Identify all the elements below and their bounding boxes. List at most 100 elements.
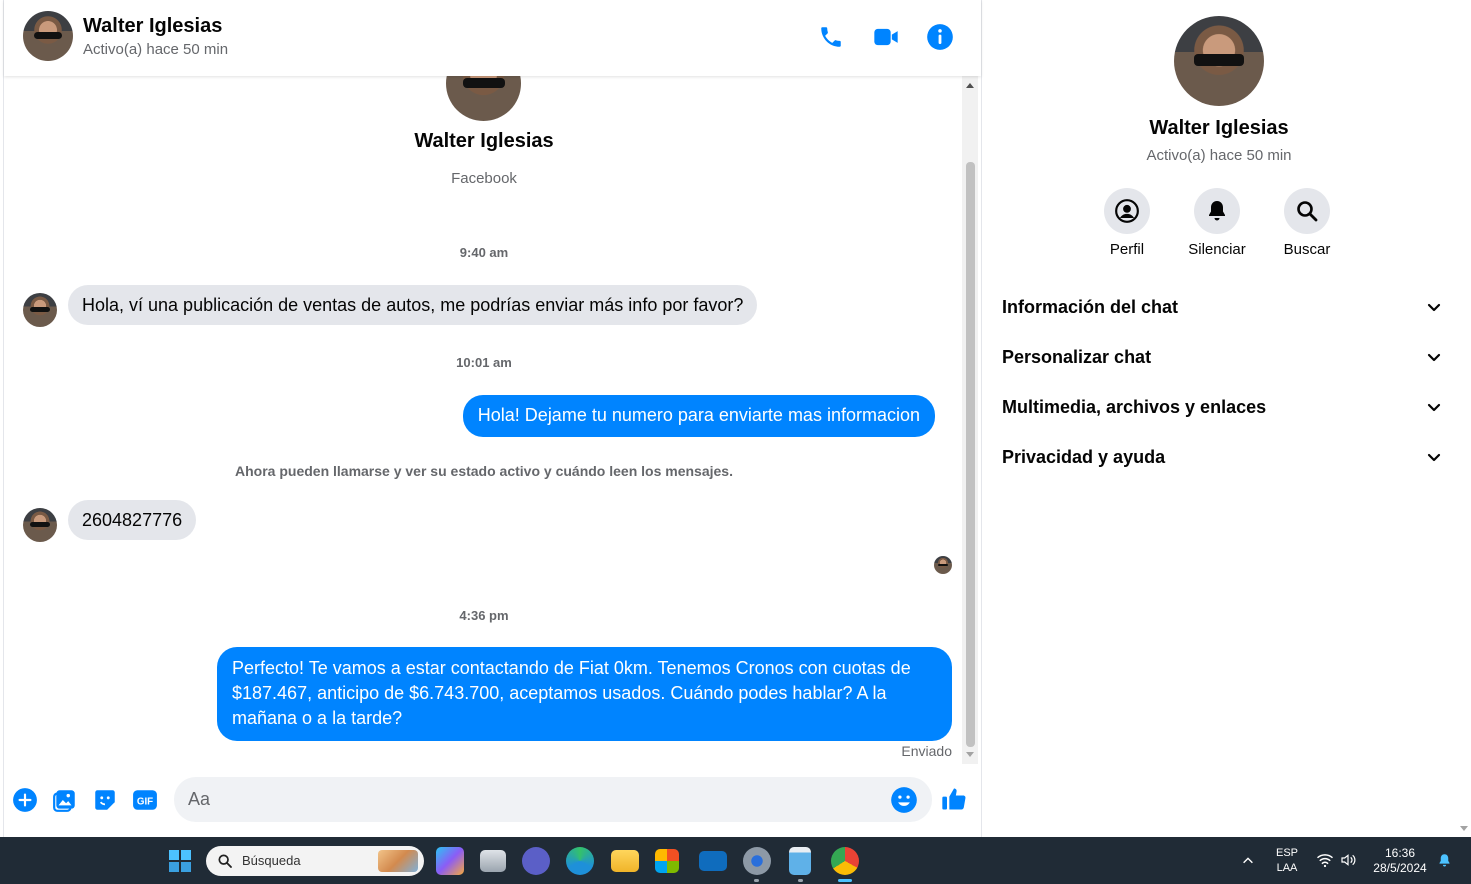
system-notice: Ahora pueden llamarse y ver su estado ac… (235, 463, 733, 479)
message-timestamp: 4:36 pm (459, 608, 509, 623)
gif-label: GIF (137, 796, 153, 807)
contact-status: Activo(a) hace 50 min (83, 41, 229, 58)
clock-date: 28/5/2024 (1373, 861, 1427, 875)
phone-icon (821, 27, 841, 47)
send-like-button[interactable] (939, 784, 969, 814)
taskbar-app-chrome[interactable] (831, 847, 859, 875)
profile-action-button[interactable]: Perfil (1082, 188, 1172, 258)
message-input-wrapper (174, 777, 932, 822)
mute-action-button[interactable]: Silenciar (1172, 188, 1262, 258)
search-action-label: Buscar (1283, 241, 1331, 258)
search-icon (218, 854, 232, 868)
section-label: Privacidad y ayuda (1002, 446, 1166, 467)
taskbar-app-notepad[interactable] (789, 847, 811, 875)
gif-icon: GIF (133, 790, 157, 810)
section-media-files-links[interactable]: Multimedia, archivos y enlaces (1002, 387, 1442, 427)
windows-start-icon (169, 850, 191, 872)
chevron-down-icon (1427, 353, 1441, 362)
search-action-circle (1284, 188, 1330, 234)
scroll-up-arrow-icon[interactable] (966, 83, 974, 88)
bell-icon (1209, 201, 1225, 221)
section-privacy-support[interactable]: Privacidad y ayuda (1002, 437, 1442, 477)
sender-avatar[interactable] (23, 293, 57, 327)
video-camera-icon (874, 28, 898, 46)
photo-icon (53, 790, 75, 812)
message-scrollbar[interactable] (962, 76, 978, 764)
start-button[interactable] (166, 847, 194, 875)
show-hidden-icons-chevron-up-icon[interactable] (1241, 854, 1255, 868)
video-call-button[interactable] (870, 21, 902, 53)
message-composer: GIF (4, 764, 981, 837)
delivery-status: Enviado (901, 743, 952, 759)
intro-name[interactable]: Walter Iglesias (4, 130, 964, 153)
profile-avatar[interactable] (1174, 16, 1264, 106)
page-scrollbar[interactable] (1455, 0, 1471, 837)
taskbar-app-file-explorer[interactable] (611, 850, 639, 872)
taskbar-search-box[interactable]: Búsqueda (206, 846, 424, 876)
message-list[interactable]: Walter Iglesias Facebook 9:40 am Hola, v… (4, 76, 964, 764)
running-indicator (798, 879, 803, 882)
taskbar-app-edge[interactable] (566, 847, 594, 875)
sticker-button[interactable] (91, 786, 119, 814)
voice-call-button[interactable] (815, 21, 847, 53)
taskbar-app-store[interactable] (655, 849, 679, 873)
info-icon (927, 24, 953, 50)
mute-action-circle (1194, 188, 1240, 234)
section-customize-chat[interactable]: Personalizar chat (1002, 337, 1442, 377)
conversation-details-panel: Walter Iglesias Activo(a) hace 50 min Pe… (981, 0, 1455, 837)
clock[interactable]: 16:36 28/5/2024 (1366, 846, 1434, 876)
outgoing-message[interactable]: Perfecto! Te vamos a estar contactando d… (217, 647, 952, 741)
notification-bell-icon[interactable] (1437, 852, 1452, 869)
incoming-message[interactable]: Hola, ví una publicación de ventas de au… (68, 285, 758, 325)
chevron-down-icon (1427, 403, 1441, 412)
emoji-icon (891, 787, 917, 813)
conversation-info-button[interactable] (924, 21, 956, 53)
keyboard-layout-code: LAA (1276, 862, 1298, 874)
windows-taskbar: Búsqueda ESP LAA 16:36 28/5/2024 (0, 837, 1471, 884)
chevron-down-icon (1427, 453, 1441, 462)
taskbar-app-settings[interactable] (743, 847, 771, 875)
scroll-down-arrow-icon[interactable] (966, 752, 974, 757)
contact-avatar[interactable] (23, 11, 73, 61)
search-highlight-image (378, 850, 418, 872)
profile-status: Activo(a) hace 50 min (1146, 147, 1292, 164)
volume-icon[interactable] (1340, 852, 1356, 868)
chevron-down-icon (1427, 303, 1441, 312)
section-chat-info[interactable]: Información del chat (1002, 287, 1442, 327)
attach-photo-button[interactable] (51, 786, 79, 814)
message-input[interactable] (188, 777, 878, 822)
profile-action-circle (1104, 188, 1150, 234)
section-label: Información del chat (1002, 296, 1179, 317)
language-code: ESP (1275, 847, 1298, 859)
taskbar-app-task-view[interactable] (480, 850, 506, 872)
taskbar-app-copilot[interactable] (436, 847, 464, 875)
message-timestamp: 9:40 am (459, 245, 509, 260)
running-indicator (754, 879, 759, 882)
profile-name[interactable]: Walter Iglesias (982, 117, 1456, 140)
scroll-thumb[interactable] (966, 162, 975, 747)
input-language-indicator[interactable]: ESP LAA (1272, 846, 1302, 876)
profile-action-label: Perfil (1109, 241, 1145, 258)
section-label: Personalizar chat (1002, 346, 1152, 367)
outgoing-message[interactable]: Hola! Dejame tu numero para enviarte mas… (462, 395, 935, 437)
taskbar-app-mail[interactable] (699, 851, 727, 871)
taskbar-app-teams[interactable] (522, 847, 550, 875)
contact-name[interactable]: Walter Iglesias (83, 15, 222, 38)
wifi-icon[interactable] (1316, 852, 1334, 868)
more-actions-button[interactable] (11, 786, 39, 814)
profile-icon (1115, 199, 1139, 223)
gif-button[interactable]: GIF (131, 786, 159, 814)
thumbs-up-icon (942, 788, 966, 810)
search-action-button[interactable]: Buscar (1262, 188, 1352, 258)
message-timestamp: 10:01 am (456, 355, 512, 370)
scroll-down-arrow-icon[interactable] (1460, 826, 1468, 831)
incoming-message[interactable]: 2604827776 (68, 500, 197, 540)
taskbar-search-placeholder: Búsqueda (242, 853, 301, 868)
mute-action-label: Silenciar (1188, 241, 1246, 258)
intro-avatar[interactable] (446, 76, 521, 121)
sender-avatar[interactable] (23, 508, 57, 542)
emoji-button[interactable] (890, 786, 918, 814)
seen-receipt-avatar (934, 556, 952, 574)
chat-pane: Walter Iglesias Activo(a) hace 50 min Wa… (3, 0, 981, 837)
search-icon (1297, 201, 1318, 222)
